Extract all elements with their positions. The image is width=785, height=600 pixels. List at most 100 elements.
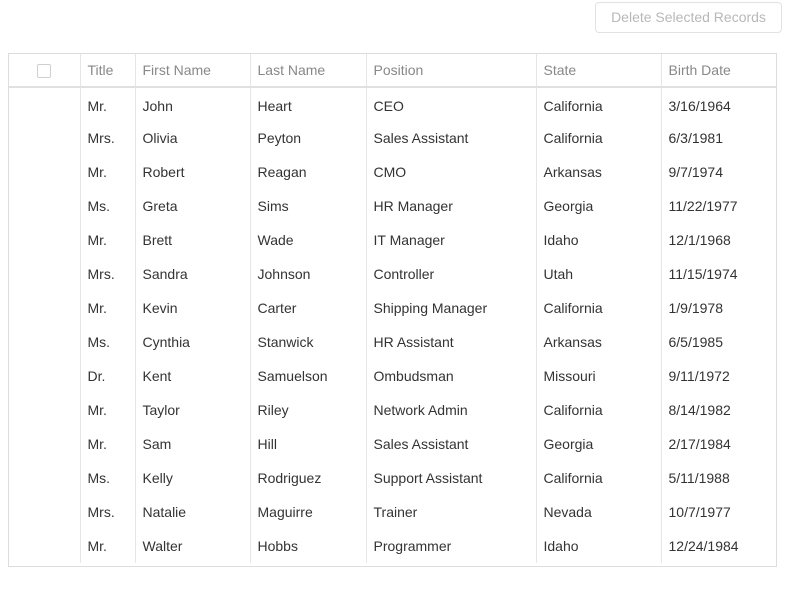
row-select-cell[interactable] (9, 393, 81, 427)
cell-state: Nevada (536, 495, 662, 529)
table-row[interactable]: Dr. Kent Samuelson Ombudsman Missouri 9/11/19… (9, 359, 776, 393)
row-select-cell[interactable] (9, 155, 81, 189)
cell-title: Mr. (80, 223, 136, 257)
cell-birth-date: 12/24/1984 (668, 538, 739, 554)
cell-title: Ms. (80, 461, 136, 495)
cell-state: Missouri (536, 359, 662, 393)
cell-position: Network Admin (366, 393, 537, 427)
cell-title: Ms. (80, 189, 136, 223)
cell-first-name: Walter (135, 529, 251, 563)
cell-birth-date: 9/11/1972 (668, 368, 730, 384)
row-select-cell[interactable] (9, 257, 81, 291)
table-row[interactable]: Mr. Brett Wade IT Manager Idaho 12/1/1968 (9, 223, 776, 257)
cell-state: California (536, 87, 662, 121)
cell-last-name: Sims (250, 189, 367, 223)
row-select-cell[interactable] (9, 495, 81, 529)
cell-birth-date: 9/7/1974 (668, 164, 724, 180)
table-row[interactable]: Ms. Greta Sims HR Manager Georgia 11/22/1977 (9, 189, 776, 223)
cell-first-name: Sandra (135, 257, 251, 291)
cell-last-name: Johnson (250, 257, 367, 291)
row-select-cell[interactable] (9, 189, 81, 223)
cell-title: Mr. (80, 291, 136, 325)
cell-state: Arkansas (536, 155, 662, 189)
cell-state: California (536, 461, 662, 495)
column-header-last-name[interactable]: Last Name (250, 54, 367, 88)
cell-position: Shipping Manager (366, 291, 537, 325)
cell-position: Support Assistant (366, 461, 537, 495)
row-select-cell[interactable] (9, 291, 81, 325)
select-all-header (9, 54, 81, 88)
cell-title: Mr. (80, 529, 136, 563)
table-row[interactable]: Ms. Kelly Rodriguez Support Assistant Califo… (9, 461, 776, 495)
table-row[interactable]: Mr. John Heart CEO California 3/16/1964 (9, 87, 776, 121)
row-select-cell[interactable] (9, 325, 81, 359)
cell-position: HR Manager (366, 189, 537, 223)
cell-birth-date: 3/16/1964 (668, 97, 731, 114)
cell-title: Ms. (80, 325, 136, 359)
records-table: Title First Name Last Name Position Stat… (9, 54, 776, 563)
row-select-cell[interactable] (9, 427, 81, 461)
cell-position: IT Manager (366, 223, 537, 257)
row-select-cell[interactable] (9, 121, 81, 155)
row-select-cell[interactable] (9, 529, 81, 563)
cell-position: HR Assistant (366, 325, 537, 359)
cell-position: Sales Assistant (366, 121, 537, 155)
cell-state: Arkansas (536, 325, 662, 359)
cell-position: Ombudsman (366, 359, 537, 393)
cell-first-name: Greta (135, 189, 251, 223)
table-row[interactable]: Mr. Sam Hill Sales Assistant Georgia 2/17/198… (9, 427, 776, 461)
row-select-cell[interactable] (9, 359, 81, 393)
column-header-title[interactable]: Title (80, 54, 136, 88)
cell-last-name: Rodriguez (250, 461, 367, 495)
cell-first-name: Kelly (135, 461, 251, 495)
header-row: Title First Name Last Name Position Stat… (9, 54, 776, 88)
cell-last-name: Riley (250, 393, 367, 427)
cell-position: Programmer (366, 529, 537, 563)
table-row[interactable]: Ms. Cynthia Stanwick HR Assistant Arkansas 6/… (9, 325, 776, 359)
data-grid: Title First Name Last Name Position Stat… (8, 53, 777, 567)
cell-state: Utah (536, 257, 662, 291)
cell-first-name: Kent (135, 359, 251, 393)
row-select-cell[interactable] (9, 87, 81, 121)
table-row[interactable]: Mr. Walter Hobbs Programmer Idaho 12/24/1984 (9, 529, 776, 563)
cell-title: Mr. (80, 155, 136, 189)
toolbar: Delete Selected Records (0, 0, 785, 40)
cell-birth-date: 5/11/1988 (668, 470, 730, 486)
cell-last-name: Peyton (250, 121, 367, 155)
cell-first-name: Olivia (135, 121, 251, 155)
cell-state: Georgia (536, 189, 662, 223)
table-row[interactable]: Mrs. Olivia Peyton Sales Assistant Californi… (9, 121, 776, 155)
delete-selected-records-button[interactable]: Delete Selected Records (595, 2, 782, 33)
select-all-checkbox[interactable] (37, 64, 52, 79)
cell-first-name: Natalie (135, 495, 251, 529)
table-row[interactable]: Mr. Taylor Riley Network Admin California 8/1… (9, 393, 776, 427)
cell-title: Mrs. (80, 495, 136, 529)
cell-title: Mrs. (80, 257, 136, 291)
cell-title: Mr. (80, 393, 136, 427)
cell-birth-date: 10/7/1977 (668, 504, 731, 520)
cell-title: Dr. (80, 359, 136, 393)
table-row[interactable]: Mr. Kevin Carter Shipping Manager California… (9, 291, 776, 325)
cell-birth-date: 6/3/1981 (668, 130, 724, 146)
column-header-birth-date[interactable]: Birth Date (661, 54, 776, 88)
cell-birth-date: 12/1/1968 (668, 232, 731, 248)
cell-position: Trainer (366, 495, 537, 529)
cell-birth-date: 8/14/1982 (668, 402, 731, 418)
row-select-cell[interactable] (9, 223, 81, 257)
row-select-cell[interactable] (9, 461, 81, 495)
column-header-position[interactable]: Position (366, 54, 537, 88)
cell-birth-date: 2/17/1984 (668, 436, 731, 452)
cell-first-name: Kevin (135, 291, 251, 325)
cell-state: California (536, 393, 662, 427)
cell-state: California (536, 291, 662, 325)
column-header-state[interactable]: State (536, 54, 662, 88)
table-row[interactable]: Mrs. Sandra Johnson Controller Utah 11/15/197… (9, 257, 776, 291)
cell-state: Georgia (536, 427, 662, 461)
cell-state: Idaho (536, 223, 662, 257)
table-row[interactable]: Mr. Robert Reagan CMO Arkansas 9/7/1974 (9, 155, 776, 189)
cell-title: Mrs. (80, 121, 136, 155)
table-row[interactable]: Mrs. Natalie Maguirre Trainer Nevada 10/7/197… (9, 495, 776, 529)
cell-first-name: Sam (135, 427, 251, 461)
cell-last-name: Heart (250, 87, 367, 121)
column-header-first-name[interactable]: First Name (135, 54, 251, 88)
